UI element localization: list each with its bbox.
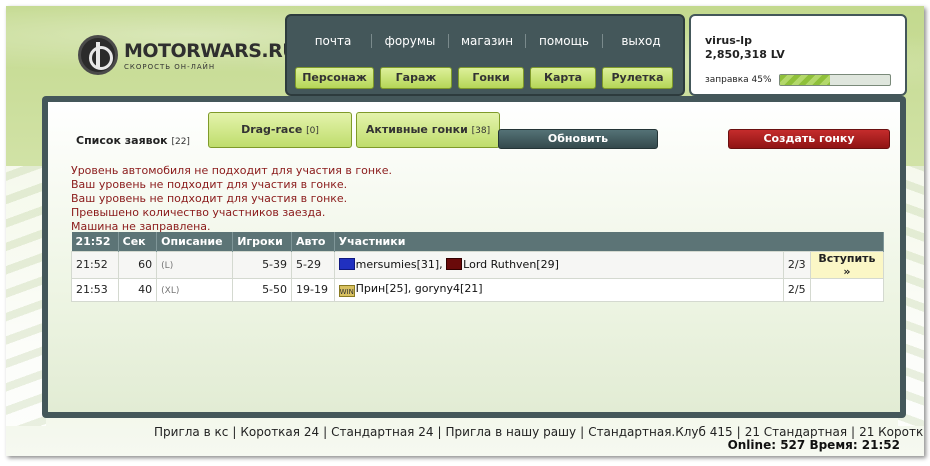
table-header-row: 21:52 Сек Описание Игроки Авто Участники <box>71 232 885 251</box>
error-message: Ваш уровень не подходит для участия в го… <box>71 192 348 205</box>
logo-text: MOTORWARS.RU СКОРОСТЬ ОН-ЛАЙН <box>124 39 298 71</box>
fuel-label: заправка 45% <box>705 75 772 85</box>
error-message: Ваш уровень не подходит для участия в го… <box>71 178 348 191</box>
user-money: 2,850,318 LV <box>705 48 785 61</box>
footer-separator: | <box>323 425 328 439</box>
cell-players: 5-50 <box>232 277 293 302</box>
nav-link-shop[interactable]: магазин <box>449 34 526 48</box>
top-nav-panel: почта форумы магазин помощь выход Персон… <box>285 14 685 96</box>
races-button[interactable]: Гонки <box>458 67 524 89</box>
join-race-button[interactable]: Вступить » <box>809 250 885 279</box>
participant-name[interactable]: Lord Ruthven[29] <box>463 258 559 271</box>
column-header-seconds[interactable]: Сек <box>118 232 158 251</box>
participant-separator: , <box>439 258 443 271</box>
column-header-participants[interactable]: Участники <box>334 232 885 251</box>
cell-count: 2/5 <box>782 277 811 302</box>
tab-active-races[interactable]: Активные гонки [38] <box>356 112 500 148</box>
tab-drag-race-label: Drag-race <box>241 123 303 136</box>
footer-separator: | <box>580 425 585 439</box>
nav-link-mail[interactable]: почта <box>295 34 372 48</box>
page-frame: MOTORWARS.RU СКОРОСТЬ ОН-ЛАЙН почта фору… <box>6 6 924 456</box>
main-panel: Список заявок [22] Drag-race [0] Активны… <box>42 96 906 418</box>
participant-name[interactable]: mersumies[31] <box>356 258 440 271</box>
footer-stats: Online: 527 Время: 21:52 <box>728 438 900 452</box>
footer-link[interactable]: 21 Стандартная <box>745 425 847 439</box>
server-time: Время: 21:52 <box>809 438 900 452</box>
cell-description: (L) <box>156 250 234 279</box>
cell-auto: 5-29 <box>291 250 335 279</box>
footer-separator: | <box>851 425 856 439</box>
tab-drag-race-count: [0] <box>306 126 319 136</box>
footer-link[interactable]: 21 Короткая <box>859 425 924 439</box>
cell-action <box>809 277 885 302</box>
nav-link-help[interactable]: помощь <box>526 34 603 48</box>
race-list-title[interactable]: Список заявок [22] <box>76 134 190 147</box>
footer-separator: | <box>232 425 237 439</box>
nav-link-logout[interactable]: выход <box>603 34 679 48</box>
race-class: (L) <box>161 261 174 271</box>
footer-link[interactable]: Пригла в нашу рашу <box>446 425 577 439</box>
tab-drag-race[interactable]: Drag-race [0] <box>208 112 352 148</box>
cell-time: 21:53 <box>71 277 119 302</box>
race-list-count: [22] <box>171 137 190 147</box>
table-row: 21:53 40 (XL) 5-50 19-19 WIN Прин[25], go… <box>71 277 885 302</box>
tab-active-races-count: [38] <box>471 126 491 136</box>
column-header-time[interactable]: 21:52 <box>71 232 119 251</box>
cell-participants: WIN Прин[25], goryny4[21] <box>333 277 784 302</box>
map-button[interactable]: Карта <box>530 67 596 89</box>
nav-link-forums[interactable]: форумы <box>372 34 449 48</box>
footer-link[interactable]: Короткая 24 <box>240 425 319 439</box>
fuel-progress-bar <box>779 74 891 86</box>
username[interactable]: virus-lp <box>705 34 752 47</box>
race-table: 21:52 Сек Описание Игроки Авто Участники… <box>71 232 885 302</box>
footer-separator: | <box>437 425 442 439</box>
participant-name[interactable]: Прин[25] <box>356 282 408 295</box>
race-class: (XL) <box>161 286 180 296</box>
footer-link[interactable]: Стандартная 24 <box>331 425 433 439</box>
error-messages: Уровень автомобиля не подходит для участ… <box>71 164 392 234</box>
logo-title: MOTORWARS.RU <box>124 39 298 62</box>
error-message: Уровень автомобиля не подходит для участ… <box>71 164 392 177</box>
decor-snow-left <box>6 166 46 426</box>
nav-links: почта форумы магазин помощь выход <box>295 34 679 48</box>
fuel-progress-fill <box>780 75 830 85</box>
garage-button[interactable]: Гараж <box>380 67 452 89</box>
nav-buttons: Персонаж Гараж Гонки Карта Рулетка <box>295 67 673 89</box>
column-header-auto[interactable]: Авто <box>291 232 335 251</box>
clan-badge-red-icon <box>446 258 463 270</box>
online-count: Online: 527 <box>727 438 806 452</box>
race-list-title-text: Список заявок <box>76 134 168 147</box>
participant-name[interactable]: goryny4[21] <box>415 282 483 295</box>
cell-seconds: 40 <box>117 277 158 302</box>
cell-auto: 19-19 <box>291 277 335 302</box>
user-panel: virus-lp 2,850,318 LV заправка 45% <box>689 14 907 96</box>
create-race-button[interactable]: Создать гонку <box>728 129 890 149</box>
cell-seconds: 60 <box>117 250 158 279</box>
cell-time: 21:52 <box>71 250 119 279</box>
column-header-description[interactable]: Описание <box>156 232 234 251</box>
table-row: 21:52 60 (L) 5-39 5-29 mersumies[31], Lo… <box>71 250 885 279</box>
cell-participants: mersumies[31], Lord Ruthven[29] <box>333 250 784 279</box>
main-panel-content: Список заявок [22] Drag-race [0] Активны… <box>48 102 900 412</box>
footer-link[interactable]: Пригла в кс <box>154 425 228 439</box>
column-header-players[interactable]: Игроки <box>232 232 293 251</box>
cell-description: (XL) <box>156 277 234 302</box>
character-button[interactable]: Персонаж <box>295 67 374 89</box>
refresh-button[interactable]: Обновить <box>498 129 658 149</box>
participant-separator: , <box>407 282 412 295</box>
roulette-button[interactable]: Рулетка <box>602 67 673 89</box>
tab-active-races-label: Активные гонки <box>365 123 468 136</box>
error-message: Превышено количество участников заезда. <box>71 206 326 219</box>
cell-count: 2/3 <box>782 250 811 279</box>
motorwars-logo-icon <box>78 35 118 75</box>
cell-players: 5-39 <box>232 250 293 279</box>
site-logo[interactable]: MOTORWARS.RU СКОРОСТЬ ОН-ЛАЙН <box>78 35 298 75</box>
footer-separator: | <box>736 425 741 439</box>
logo-subtitle: СКОРОСТЬ ОН-ЛАЙН <box>124 62 216 71</box>
clan-badge-win-icon: WIN <box>338 285 355 297</box>
footer-links: Пригла в кс | Короткая 24 | Стандартная 24 | П… <box>154 425 924 439</box>
footer-link[interactable]: Стандартная.Клуб 415 <box>588 425 732 439</box>
clan-badge-blue-icon <box>338 258 355 270</box>
